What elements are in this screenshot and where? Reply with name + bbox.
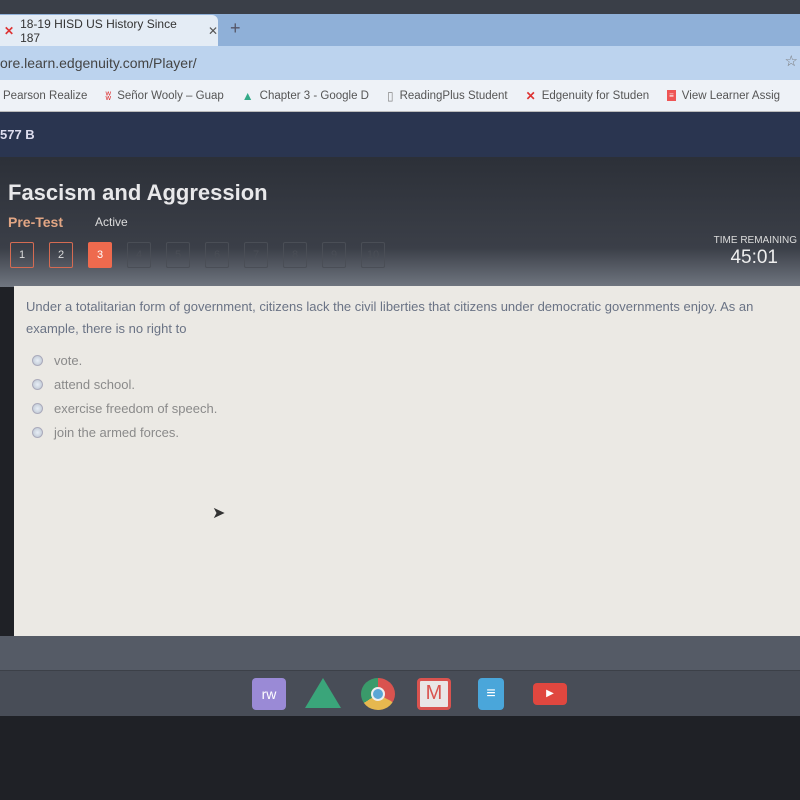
radio-button[interactable]: [32, 355, 43, 366]
youtube-icon[interactable]: ▶: [533, 683, 567, 705]
bookmark-star-icon[interactable]: ☆: [785, 52, 798, 70]
document-icon: ▯: [386, 88, 394, 103]
option-label: vote.: [54, 353, 83, 368]
readwrite-icon[interactable]: rw: [252, 678, 286, 710]
course-header: 577 B: [0, 112, 800, 157]
question-4-button[interactable]: 4: [127, 242, 151, 268]
question-6-button[interactable]: 6: [205, 242, 229, 268]
question-2-button[interactable]: 2: [49, 242, 73, 268]
bookmark-label: Señor Wooly – Guap: [117, 89, 224, 102]
bookmark-label: View Learner Assig: [681, 89, 781, 102]
os-shelf: [0, 670, 800, 716]
radio-button[interactable]: [32, 379, 43, 390]
radio-button[interactable]: [32, 427, 43, 438]
new-tab-button[interactable]: +: [230, 18, 241, 39]
gmail-icon[interactable]: M: [417, 678, 451, 710]
activity-status: Active: [95, 215, 128, 229]
chrome-icon[interactable]: [361, 678, 395, 710]
address-bar[interactable]: ore.learn.edgenuity.com/Player/: [0, 46, 800, 80]
bookmark-pearson[interactable]: Pearson Realize: [3, 90, 87, 102]
bookmark-wooly[interactable]: ʬ Señor Wooly – Guap: [105, 89, 223, 103]
bookmark-label: ReadingPlus Student: [399, 89, 508, 102]
page-footer: [0, 636, 800, 672]
radio-button[interactable]: [32, 403, 43, 414]
bookmark-label: Chapter 3 - Google D: [259, 89, 369, 102]
question-7-button[interactable]: 7: [244, 242, 268, 268]
tab-title: 18-19 HISD US History Since 187: [20, 16, 177, 45]
option-label: join the armed forces.: [54, 425, 180, 440]
edgenuity-icon: ✕: [4, 23, 15, 38]
question-10-button[interactable]: 10: [361, 242, 385, 268]
url-text: ore.learn.edgenuity.com/Player/: [0, 55, 197, 71]
activity-title: Fascism and Aggression: [8, 180, 268, 205]
answer-option[interactable]: attend school.: [32, 377, 135, 392]
question-1-button[interactable]: 1: [10, 242, 34, 268]
bookmark-label: Edgenuity for Studen: [541, 89, 650, 102]
google-drive-icon[interactable]: [305, 678, 341, 708]
bookmarks-bar: Pearson Realize ʬ Señor Wooly – Guap ▲ Cha…: [0, 80, 800, 112]
question-5-button[interactable]: 5: [166, 242, 190, 268]
time-remaining-label: TIME REMAINING: [713, 235, 797, 246]
answer-option[interactable]: exercise freedom of speech.: [32, 401, 217, 416]
option-label: exercise freedom of speech.: [54, 401, 218, 416]
bookmark-readingplus[interactable]: ▯ ReadingPlus Student: [387, 89, 508, 103]
activity-type: Pre-Test: [8, 214, 63, 230]
edgenuity-icon: ✕: [525, 88, 536, 103]
time-remaining-value: 45:01: [730, 247, 778, 268]
screen-bezel: [0, 0, 800, 15]
course-code: 577 B: [0, 127, 35, 142]
bookmark-chapter3[interactable]: ▲ Chapter 3 - Google D: [242, 89, 369, 103]
close-tab-icon[interactable]: ✕: [208, 24, 218, 38]
question-9-button[interactable]: 9: [322, 242, 346, 268]
bookmark-label: Pearson Realize: [3, 89, 88, 102]
question-3-button[interactable]: 3: [88, 242, 112, 268]
google-docs-icon[interactable]: ≡: [478, 678, 504, 710]
bookmark-edgenuity[interactable]: ✕ Edgenuity for Studen: [526, 89, 649, 103]
learner-icon: ≡: [667, 90, 676, 101]
wooly-icon: ʬ: [105, 88, 112, 103]
answer-option[interactable]: join the armed forces.: [32, 425, 179, 440]
answer-option[interactable]: vote.: [32, 353, 82, 368]
question-8-button[interactable]: 8: [283, 242, 307, 268]
browser-tab[interactable]: ✕ 18-19 HISD US History Since 187 ✕: [0, 15, 218, 46]
option-label: attend school.: [54, 377, 135, 392]
mouse-cursor-icon: ➤: [212, 505, 226, 522]
google-drive-icon: ▲: [241, 88, 254, 103]
question-text: Under a totalitarian form of government,…: [26, 299, 754, 336]
bookmark-learner[interactable]: ≡ View Learner Assig: [667, 90, 780, 102]
